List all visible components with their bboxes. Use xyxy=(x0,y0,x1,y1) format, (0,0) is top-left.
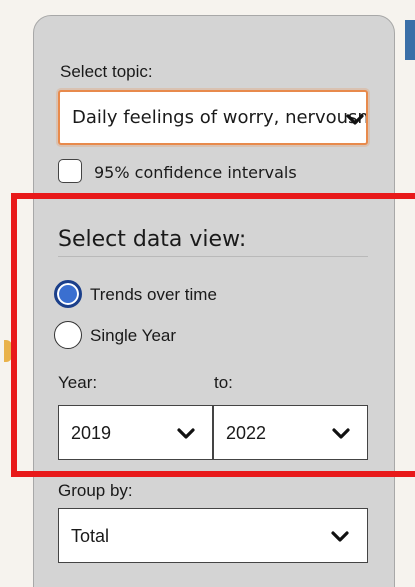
year-to-value: 2022 xyxy=(226,423,267,443)
year-from-value: 2019 xyxy=(71,423,112,443)
group-by-label: Group by: xyxy=(58,481,133,500)
year-to-select[interactable]: 2022 xyxy=(213,405,368,460)
radio-single-year[interactable] xyxy=(54,321,82,349)
data-view-title: Select data view: xyxy=(58,227,247,252)
chevron-down-icon xyxy=(332,428,350,439)
year-from-select[interactable]: 2019 xyxy=(58,405,213,460)
confidence-label: 95% confidence intervals xyxy=(94,163,297,182)
page: Select topic: Daily feelings of worry, n… xyxy=(0,0,415,587)
radio-trends-label: Trends over time xyxy=(90,285,217,304)
year-to-label: to: xyxy=(214,373,233,392)
edge-indicator xyxy=(4,340,12,362)
content-edge xyxy=(405,20,415,60)
group-by-select[interactable]: Total xyxy=(58,508,368,563)
radio-trends-over-time[interactable] xyxy=(54,280,82,308)
radio-single-year-label: Single Year xyxy=(90,326,177,345)
topic-select[interactable]: Daily feelings of worry, nervousne xyxy=(58,90,368,145)
chevron-down-icon xyxy=(331,531,349,542)
year-from-label: Year: xyxy=(58,373,98,392)
topic-label: Select topic: xyxy=(60,62,153,81)
topic-select-value: Daily feelings of worry, nervousne xyxy=(72,107,368,128)
chevron-down-icon xyxy=(177,428,195,439)
confidence-checkbox[interactable] xyxy=(58,159,82,183)
chevron-down-icon xyxy=(346,114,364,125)
divider xyxy=(58,256,368,257)
group-by-value: Total xyxy=(71,526,110,546)
